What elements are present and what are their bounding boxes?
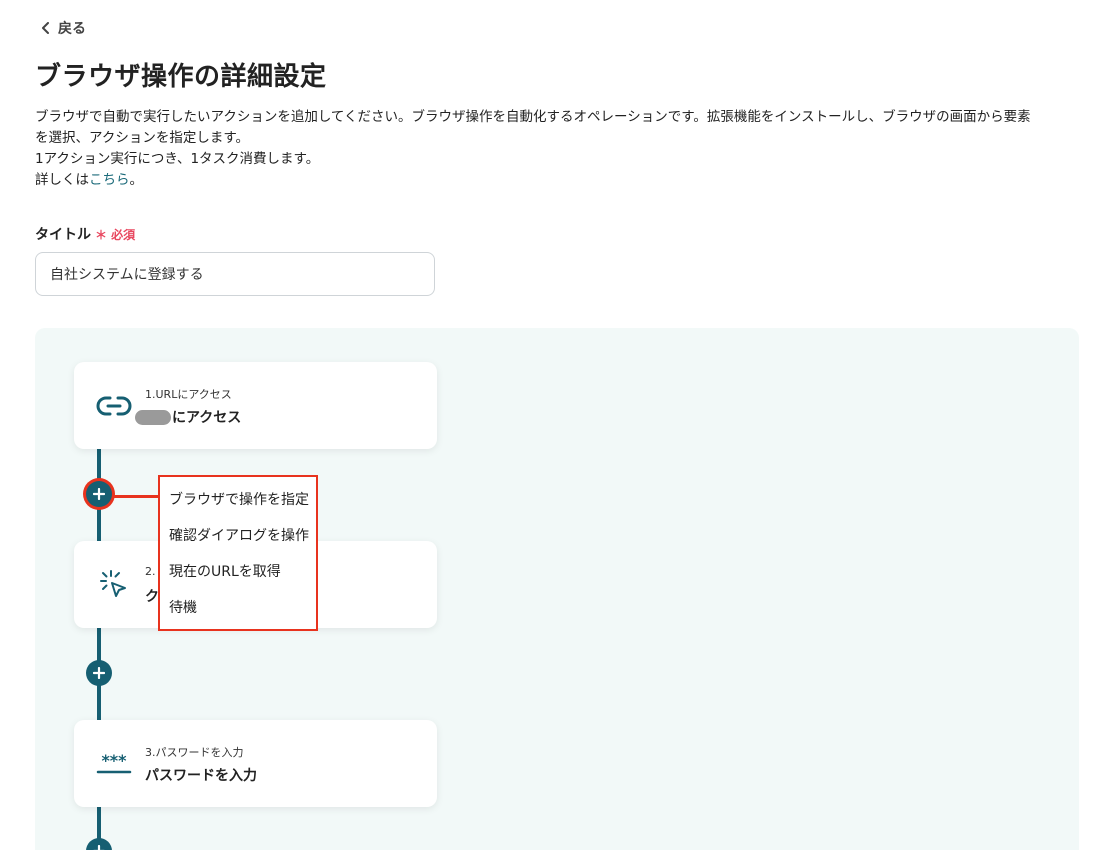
- action-card-url-access[interactable]: 1.URLにアクセス にアクセス: [74, 362, 437, 449]
- page-description: ブラウザで自動で実行したいアクションを追加してください。ブラウザ操作を自動化する…: [35, 107, 1075, 191]
- password-icon: ***: [96, 751, 132, 774]
- page-title: ブラウザ操作の詳細設定: [35, 62, 327, 92]
- step-title: にアクセス: [135, 407, 242, 427]
- step-label: 1.URLにアクセス: [145, 388, 232, 401]
- details-line: 詳しくはこちら。: [35, 170, 1075, 191]
- back-link-label: 戻る: [58, 21, 86, 37]
- title-input[interactable]: [35, 252, 435, 296]
- step-title-text: にアクセス: [172, 410, 242, 426]
- details-link[interactable]: こちら: [89, 172, 130, 188]
- description-line: ブラウザで自動で実行したいアクションを追加してください。ブラウザ操作を自動化する…: [35, 109, 1031, 125]
- step-label: 2.: [145, 565, 156, 578]
- description-line: 1アクション実行につき、1タスク消費します。: [35, 151, 320, 167]
- step-title: パスワードを入力: [145, 768, 257, 784]
- details-suffix: 。: [129, 172, 144, 188]
- title-label-text: タイトル: [35, 227, 91, 243]
- click-cursor-icon: [100, 570, 126, 597]
- highlight-connector: [113, 495, 159, 498]
- chevron-left-icon: [42, 22, 49, 34]
- add-action-button[interactable]: [86, 481, 112, 507]
- add-action-menu: ブラウザで操作を指定 確認ダイアログを操作 現在のURLを取得 待機: [158, 475, 318, 631]
- menu-item-confirm-dialog[interactable]: 確認ダイアログを操作: [169, 525, 309, 545]
- masked-url: [135, 409, 171, 425]
- menu-item-get-current-url[interactable]: 現在のURLを取得: [169, 561, 281, 581]
- step-label: 3.パスワードを入力: [145, 746, 244, 759]
- description-line: を選択、アクションを指定します。: [35, 130, 249, 146]
- back-link[interactable]: 戻る: [40, 18, 86, 38]
- action-card-password[interactable]: *** 3.パスワードを入力 パスワードを入力: [74, 720, 437, 807]
- add-action-button[interactable]: [86, 660, 112, 686]
- menu-item-wait[interactable]: 待機: [169, 597, 197, 617]
- required-badge: ＊ 必須: [95, 228, 136, 242]
- plus-icon: [93, 845, 105, 850]
- svg-text:***: ***: [101, 751, 127, 770]
- step-title: ク: [145, 589, 159, 605]
- menu-item-browser-operation[interactable]: ブラウザで操作を指定: [169, 489, 309, 509]
- plus-icon: [93, 667, 105, 679]
- title-field-label: タイトル ＊ 必須: [35, 224, 135, 244]
- link-icon: [96, 396, 132, 416]
- plus-icon: [93, 488, 105, 500]
- details-prefix: 詳しくは: [35, 172, 89, 188]
